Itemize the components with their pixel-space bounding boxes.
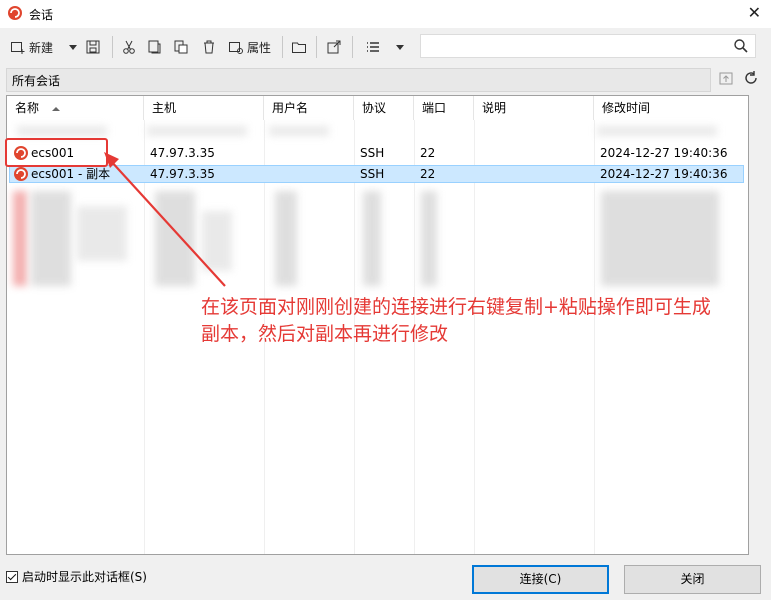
trash-icon: [204, 40, 214, 54]
annotation-highlight-box: [5, 138, 108, 167]
row-protocol: SSH: [360, 167, 385, 181]
cut-button[interactable]: [121, 36, 137, 58]
export-button[interactable]: [326, 36, 342, 58]
external-link-icon: [327, 40, 341, 54]
open-folder-button[interactable]: [291, 36, 307, 58]
column-header-port[interactable]: 端口: [414, 96, 474, 120]
checkbox-checked[interactable]: [6, 570, 18, 583]
new-session-icon: [11, 42, 25, 54]
view-dropdown-arrow[interactable]: [395, 36, 405, 58]
row-port: 22: [420, 167, 436, 181]
connect-button[interactable]: 连接(C): [472, 565, 609, 594]
annotation-text: 在该页面对刚刚创建的连接进行右键复制+粘贴操作即可生成 副本，然后对副本再进行修…: [201, 296, 711, 345]
column-header-name[interactable]: 名称: [7, 96, 144, 120]
search-icon[interactable]: [733, 38, 749, 54]
redacted-row: [13, 191, 27, 286]
folder-path-label: 所有会话: [12, 74, 61, 88]
paste-icon: [174, 40, 188, 54]
view-list-button[interactable]: [365, 36, 381, 58]
new-session-button[interactable]: 新建: [10, 36, 53, 58]
close-button[interactable]: 关闭: [624, 565, 761, 594]
save-button[interactable]: [85, 36, 101, 58]
folder-path-bar: 所有会话: [6, 68, 711, 92]
properties-button[interactable]: 属性: [228, 36, 271, 58]
new-dropdown-arrow[interactable]: [68, 36, 78, 58]
toolbar-separator: [352, 36, 353, 58]
folder-open-icon: [292, 42, 306, 53]
column-header-username[interactable]: 用户名: [264, 96, 354, 120]
row-modified: 2024-12-27 19:40:36: [600, 167, 728, 181]
scissors-icon: [123, 40, 135, 54]
column-header-host[interactable]: 主机: [144, 96, 264, 120]
close-window-icon[interactable]: ✕: [748, 3, 761, 22]
window-title: 会话: [29, 8, 54, 22]
search-input[interactable]: [420, 34, 756, 58]
toolbar-separator: [112, 36, 113, 58]
copy-button[interactable]: [146, 36, 162, 58]
title-bar: 会话 ✕: [0, 0, 771, 28]
toolbar-separator: [282, 36, 283, 58]
row-host: 47.97.3.35: [150, 146, 215, 160]
row-host: 47.97.3.35: [150, 167, 215, 181]
refresh-icon[interactable]: [743, 70, 759, 86]
session-icon: [14, 167, 28, 181]
row-protocol: SSH: [360, 146, 385, 160]
row-name: ecs001 - 副本: [31, 167, 111, 181]
list-view-icon: [367, 42, 379, 52]
up-folder-icon[interactable]: [718, 70, 734, 86]
paste-button[interactable]: [173, 36, 189, 58]
properties-icon: [229, 42, 243, 54]
toolbar-separator: [316, 36, 317, 58]
column-header-modified[interactable]: 修改时间: [594, 96, 748, 120]
redacted-row: [17, 126, 107, 136]
column-header-protocol[interactable]: 协议: [354, 96, 414, 120]
row-modified: 2024-12-27 19:40:36: [600, 146, 728, 160]
delete-button[interactable]: [201, 36, 217, 58]
show-on-start-checkbox[interactable]: 启动时显示此对话框(S): [6, 568, 147, 585]
copy-icon: [148, 40, 161, 54]
save-icon: [86, 40, 100, 54]
app-logo-icon: [8, 6, 22, 20]
column-header-description[interactable]: 说明: [474, 96, 594, 120]
sort-ascending-icon: [52, 107, 60, 111]
row-port: 22: [420, 146, 436, 160]
